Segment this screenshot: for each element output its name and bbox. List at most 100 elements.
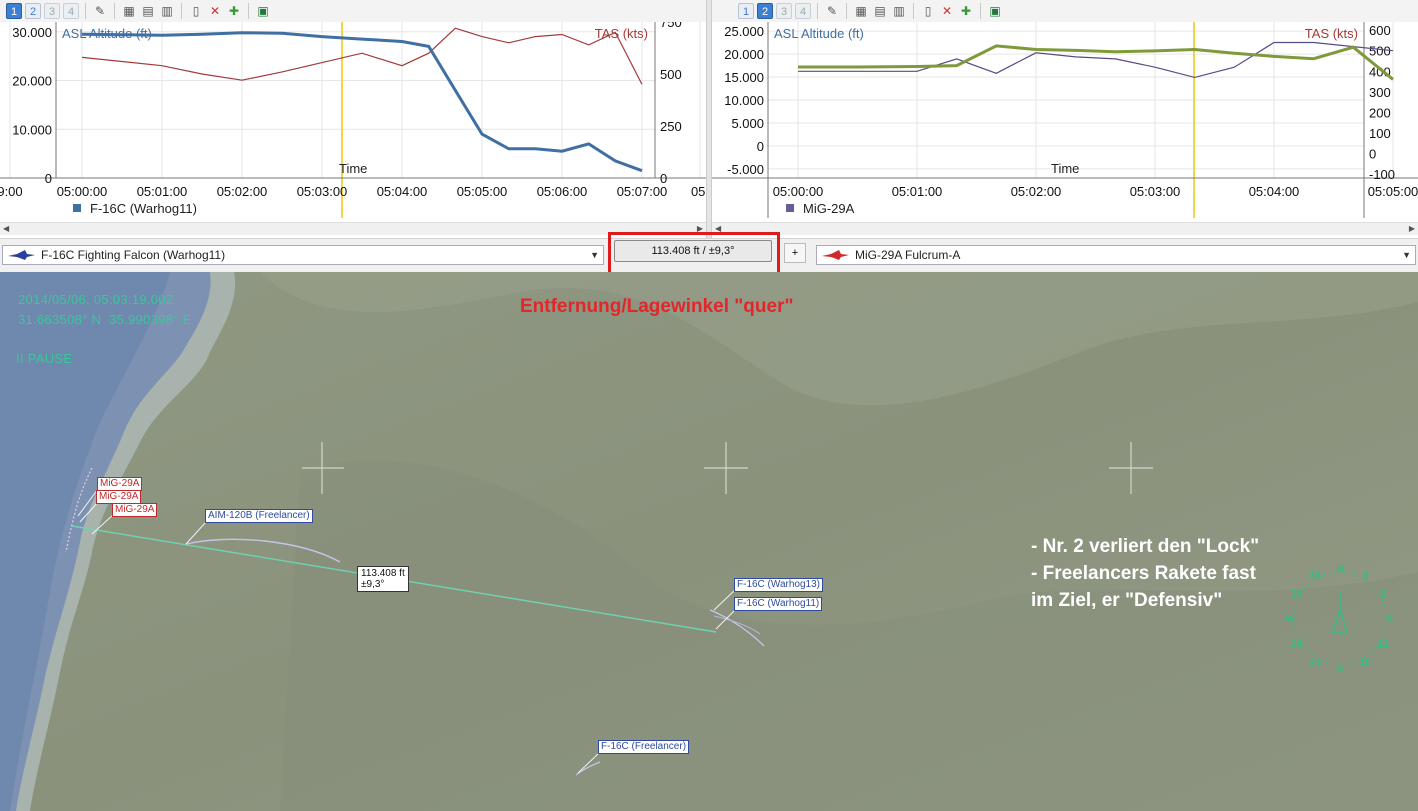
- y-right-tick-label: 100: [1369, 126, 1391, 141]
- x-axis-label: Time: [1051, 161, 1079, 176]
- map-coordinates: 31.663508° N 35.990398° E: [18, 312, 192, 327]
- y-right-tick-label: 0: [1369, 146, 1376, 161]
- y-left-tick-label: 20.000: [724, 47, 764, 62]
- chevron-down-icon: ▼: [590, 250, 599, 260]
- tab-2-button[interactable]: 2: [25, 3, 41, 19]
- x-tick-label: 05:: [691, 184, 706, 199]
- y-left-tick-label: 0: [757, 139, 764, 154]
- legend-swatch: [73, 204, 81, 212]
- toolbar-separator: [817, 3, 818, 19]
- y-left-tick-label: 30.000: [12, 25, 52, 40]
- y-left-tick-label: 10.000: [724, 93, 764, 108]
- page-icon[interactable]: ▯: [188, 3, 204, 19]
- remove-series-icon[interactable]: ✕: [207, 3, 223, 19]
- y-left-tick-label: 25.000: [724, 24, 764, 39]
- wand-icon[interactable]: ✎: [824, 3, 840, 19]
- y-right-tick-label: -100: [1369, 167, 1395, 182]
- tab-1-button[interactable]: 1: [738, 3, 754, 19]
- x-tick-label: 05:05:00: [457, 184, 508, 199]
- f16-warhog11-label[interactable]: F-16C (Warhog11): [734, 597, 823, 611]
- left-chart-scrollbar[interactable]: ◀ ▶: [0, 222, 706, 235]
- chart-zoom-icon[interactable]: ▦: [121, 3, 137, 19]
- compass-label: 15: [1359, 657, 1371, 668]
- legend-entry: F-16C (Warhog11): [90, 201, 197, 216]
- left-axis-label: ASL Altitude (ft): [774, 26, 864, 41]
- add-series-icon[interactable]: ✚: [958, 3, 974, 19]
- chart-zoom-icon[interactable]: ▦: [853, 3, 869, 19]
- y-right-tick-label: 600: [1369, 23, 1391, 38]
- add-pair-button[interactable]: +: [784, 243, 806, 263]
- f16-freelancer-label[interactable]: F-16C (Freelancer): [598, 740, 690, 754]
- add-series-icon[interactable]: ✚: [226, 3, 242, 19]
- y-right-tick-label: 300: [1369, 85, 1391, 100]
- y-left-tick-label: 0: [45, 171, 52, 186]
- compass-label: 30: [1291, 589, 1303, 600]
- mig-label-3[interactable]: MiG-29A: [112, 503, 158, 517]
- remove-series-icon[interactable]: ✕: [939, 3, 955, 19]
- jet-red-icon: [822, 250, 849, 260]
- toolbar-separator: [913, 3, 914, 19]
- x-tick-label: 05:02:00: [217, 184, 268, 199]
- right-chart-toolbar: 1 2 3 4 ✎ ▦ ▤ ▥ ▯ ✕ ✚ ▣: [712, 0, 1418, 22]
- tab-4-button[interactable]: 4: [795, 3, 811, 19]
- toolbar-separator: [980, 3, 981, 19]
- chart-fit-icon[interactable]: ▤: [872, 3, 888, 19]
- tab-2-button[interactable]: 2: [757, 3, 773, 19]
- x-tick-label: 05:01:00: [892, 184, 943, 199]
- left-aircraft-select[interactable]: F-16C Fighting Falcon (Warhog11) ▼: [2, 245, 604, 265]
- measurement-distance: 113.408 ft: [361, 568, 405, 579]
- left-axis-label: ASL Altitude (ft): [62, 26, 152, 41]
- excel-export-icon[interactable]: ▣: [255, 3, 271, 19]
- note-line-3: im Ziel, er "Defensiv": [1031, 590, 1223, 611]
- legend-entry: MiG-29A: [803, 201, 855, 216]
- right-aircraft-label: MiG-29A Fulcrum-A: [855, 248, 961, 262]
- compass-label: 6: [1381, 589, 1387, 600]
- compass-label: 33: [1309, 571, 1321, 582]
- legend-swatch: [786, 204, 794, 212]
- page-icon[interactable]: ▯: [920, 3, 936, 19]
- y-left-tick-label: 10.000: [12, 122, 52, 137]
- right-telemetry-chart[interactable]: 25.000 20.000 15.000 10.000 5.000 0 -5.000 600…: [712, 22, 1418, 226]
- tab-3-button[interactable]: 3: [776, 3, 792, 19]
- toolbar-separator: [85, 3, 86, 19]
- compass-label: 3: [1362, 571, 1368, 582]
- pause-indicator[interactable]: II PAUSE: [16, 351, 72, 366]
- jet-blue-icon: [8, 250, 35, 260]
- right-chart-scrollbar[interactable]: ◀ ▶: [712, 222, 1418, 235]
- x-tick-label: 05:04:00: [377, 184, 428, 199]
- chart-pan-icon[interactable]: ▥: [159, 3, 175, 19]
- y-left-tick-label: -5.000: [727, 162, 764, 177]
- chart-pan-icon[interactable]: ▥: [891, 3, 907, 19]
- tab-3-button[interactable]: 3: [44, 3, 60, 19]
- x-tick-label: 05:02:00: [1011, 184, 1062, 199]
- y-right-tick-label: 400: [1369, 64, 1391, 79]
- mig-label-2[interactable]: MiG-29A: [96, 490, 142, 504]
- chevron-down-icon: ▼: [1402, 250, 1411, 260]
- compass-label: W: [1285, 614, 1295, 625]
- left-chart-toolbar: 1 2 3 4 ✎ ▦ ▤ ▥ ▯ ✕ ✚ ▣: [0, 0, 712, 22]
- right-aircraft-select[interactable]: MiG-29A Fulcrum-A ▼: [816, 245, 1416, 265]
- f16-warhog13-label[interactable]: F-16C (Warhog13): [734, 578, 823, 592]
- wand-icon[interactable]: ✎: [92, 3, 108, 19]
- left-telemetry-chart[interactable]: 30.00020.00010.0000 7505002500 9:00 05:00…: [0, 22, 706, 226]
- toolbar-separator: [181, 3, 182, 19]
- tab-4-button[interactable]: 4: [63, 3, 79, 19]
- chart-fit-icon[interactable]: ▤: [140, 3, 156, 19]
- compass-label: 24: [1291, 639, 1303, 650]
- y-right-tick-label: 500: [660, 67, 682, 82]
- y-right-tick-label: 750: [660, 22, 682, 30]
- missile-label[interactable]: AIM-120B (Freelancer): [205, 509, 313, 523]
- y-left-tick-label: 5.000: [731, 116, 764, 131]
- y-left-tick-label: 20.000: [12, 74, 52, 89]
- tab-1-button[interactable]: 1: [6, 3, 22, 19]
- x-tick-label: 05:07:00: [617, 184, 668, 199]
- toolbar-separator: [114, 3, 115, 19]
- excel-export-icon[interactable]: ▣: [987, 3, 1003, 19]
- x-tick-label: 05:00:00: [57, 184, 108, 199]
- mig-label-1[interactable]: MiG-29A: [97, 477, 143, 491]
- toolbar-separator: [248, 3, 249, 19]
- right-axis-label: TAS (kts): [595, 26, 648, 41]
- distance-annotation: Entfernung/Lagewinkel "quer": [520, 296, 794, 317]
- x-tick-label: 05:01:00: [137, 184, 188, 199]
- measurement-angle: ±9,3°: [361, 579, 385, 590]
